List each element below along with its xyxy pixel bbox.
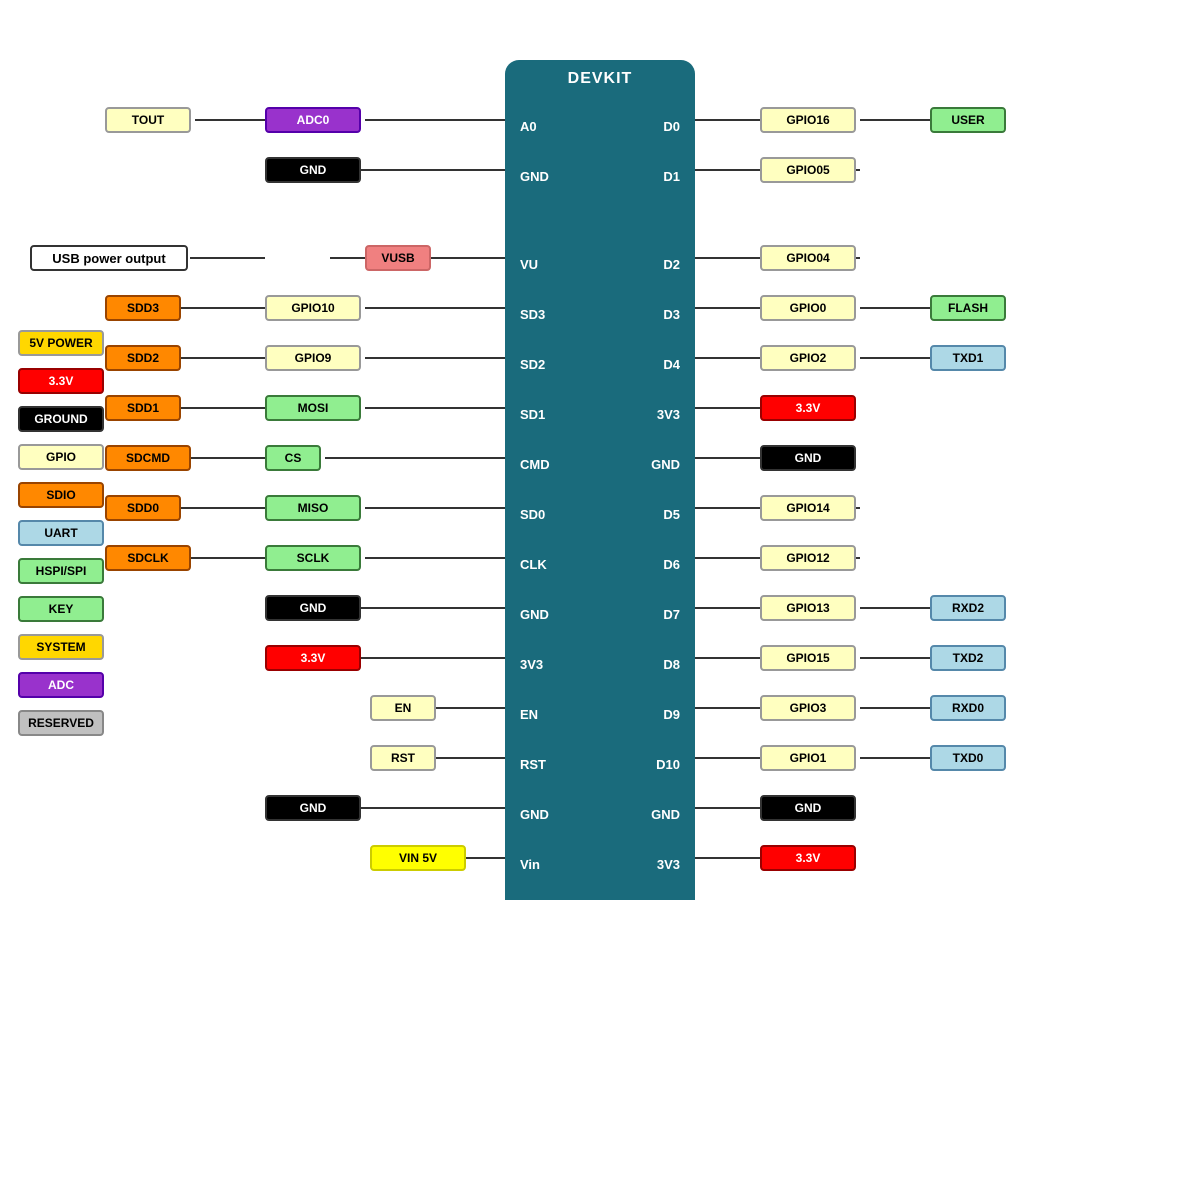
legend-key: KEY <box>18 596 104 622</box>
legend-system: SYSTEM <box>18 634 104 660</box>
label-vusb: VUSB <box>365 245 431 271</box>
chip-pin-A0: A0 <box>520 119 537 134</box>
chip-pin-D4: D4 <box>663 357 680 372</box>
label-txd2: TXD2 <box>930 645 1006 671</box>
label-rxd0: RXD0 <box>930 695 1006 721</box>
label-sdd3: SDD3 <box>105 295 181 321</box>
label-gnd-l2: GND <box>265 595 361 621</box>
legend-adc: ADC <box>18 672 104 698</box>
label-usb-power: USB power output <box>30 245 188 271</box>
chip-pin-Vin: Vin <box>520 857 540 872</box>
label-gnd-l3: GND <box>265 795 361 821</box>
label-sclk: SCLK <box>265 545 361 571</box>
chip-pin-RST: RST <box>520 757 546 772</box>
chip-pin-GND1: GND <box>520 169 549 184</box>
label-vin5v: VIN 5V <box>370 845 466 871</box>
label-gnd-l1: GND <box>265 157 361 183</box>
label-sdd0: SDD0 <box>105 495 181 521</box>
label-flash: FLASH <box>930 295 1006 321</box>
legend-hspispi: HSPI/SPI <box>18 558 104 584</box>
chip-pin-D7: D7 <box>663 607 680 622</box>
label-txd0: TXD0 <box>930 745 1006 771</box>
pinout-diagram: DEVKIT A0 GND VU SD3 SD2 SD1 CMD SD0 CLK… <box>0 0 1200 1200</box>
label-33v-r1: 3.3V <box>760 395 856 421</box>
chip-pin-SD0: SD0 <box>520 507 545 522</box>
legend-33v: 3.3V <box>18 368 104 394</box>
label-tout: TOUT <box>105 107 191 133</box>
chip-pin-3V3R: 3V3 <box>657 407 680 422</box>
label-gpio3: GPIO3 <box>760 695 856 721</box>
chip-pin-SD3: SD3 <box>520 307 545 322</box>
chip-pin-CMD: CMD <box>520 457 550 472</box>
label-sdd2: SDD2 <box>105 345 181 371</box>
label-33v-l: 3.3V <box>265 645 361 671</box>
label-adc0: ADC0 <box>265 107 361 133</box>
legend-gpio: GPIO <box>18 444 104 470</box>
legend-5v: 5V POWER <box>18 330 104 356</box>
chip-title: DEVKIT <box>568 60 633 94</box>
label-gpio1: GPIO1 <box>760 745 856 771</box>
label-gpio10: GPIO10 <box>265 295 361 321</box>
label-gpio9: GPIO9 <box>265 345 361 371</box>
legend-uart: UART <box>18 520 104 546</box>
chip-pin-D8: D8 <box>663 657 680 672</box>
legend-sdio: SDIO <box>18 482 104 508</box>
chip-pin-VU: VU <box>520 257 538 272</box>
chip-pin-GNDR: GND <box>651 457 680 472</box>
legend-reserved: RESERVED <box>18 710 104 736</box>
chip-pin-GNDR2: GND <box>651 807 680 822</box>
chip-pin-D6: D6 <box>663 557 680 572</box>
chip-pin-SD2: SD2 <box>520 357 545 372</box>
label-mosi: MOSI <box>265 395 361 421</box>
chip-pin-D5: D5 <box>663 507 680 522</box>
chip-pin-D10: D10 <box>656 757 680 772</box>
chip-pin-3V3R2: 3V3 <box>657 857 680 872</box>
label-sdd1: SDD1 <box>105 395 181 421</box>
chip-pin-EN: EN <box>520 707 538 722</box>
label-gnd-r2: GND <box>760 795 856 821</box>
chip-pin-D9: D9 <box>663 707 680 722</box>
label-txd1: TXD1 <box>930 345 1006 371</box>
chip-pin-CLK: CLK <box>520 557 547 572</box>
label-gpio2: GPIO2 <box>760 345 856 371</box>
label-33v-r2: 3.3V <box>760 845 856 871</box>
label-gpio05: GPIO05 <box>760 157 856 183</box>
label-gpio15: GPIO15 <box>760 645 856 671</box>
label-rxd2: RXD2 <box>930 595 1006 621</box>
chip-pin-SD1: SD1 <box>520 407 545 422</box>
chip-pin-GND3: GND <box>520 807 549 822</box>
label-sdcmd: SDCMD <box>105 445 191 471</box>
chip-pin-D0: D0 <box>663 119 680 134</box>
label-gnd-r1: GND <box>760 445 856 471</box>
chip-pin-D2: D2 <box>663 257 680 272</box>
label-gpio04: GPIO04 <box>760 245 856 271</box>
label-user: USER <box>930 107 1006 133</box>
chip-pin-GND2: GND <box>520 607 549 622</box>
chip-pin-D3: D3 <box>663 307 680 322</box>
chip-pin-3V3L: 3V3 <box>520 657 543 672</box>
label-sdclk: SDCLK <box>105 545 191 571</box>
devkit-chip: DEVKIT A0 GND VU SD3 SD2 SD1 CMD SD0 CLK… <box>505 60 695 900</box>
label-miso: MISO <box>265 495 361 521</box>
label-gpio14: GPIO14 <box>760 495 856 521</box>
label-en: EN <box>370 695 436 721</box>
label-gpio13: GPIO13 <box>760 595 856 621</box>
label-gpio16: GPIO16 <box>760 107 856 133</box>
label-gpio0: GPIO0 <box>760 295 856 321</box>
label-gpio12: GPIO12 <box>760 545 856 571</box>
label-cs: CS <box>265 445 321 471</box>
legend-ground: GROUND <box>18 406 104 432</box>
label-rst: RST <box>370 745 436 771</box>
chip-pin-D1: D1 <box>663 169 680 184</box>
